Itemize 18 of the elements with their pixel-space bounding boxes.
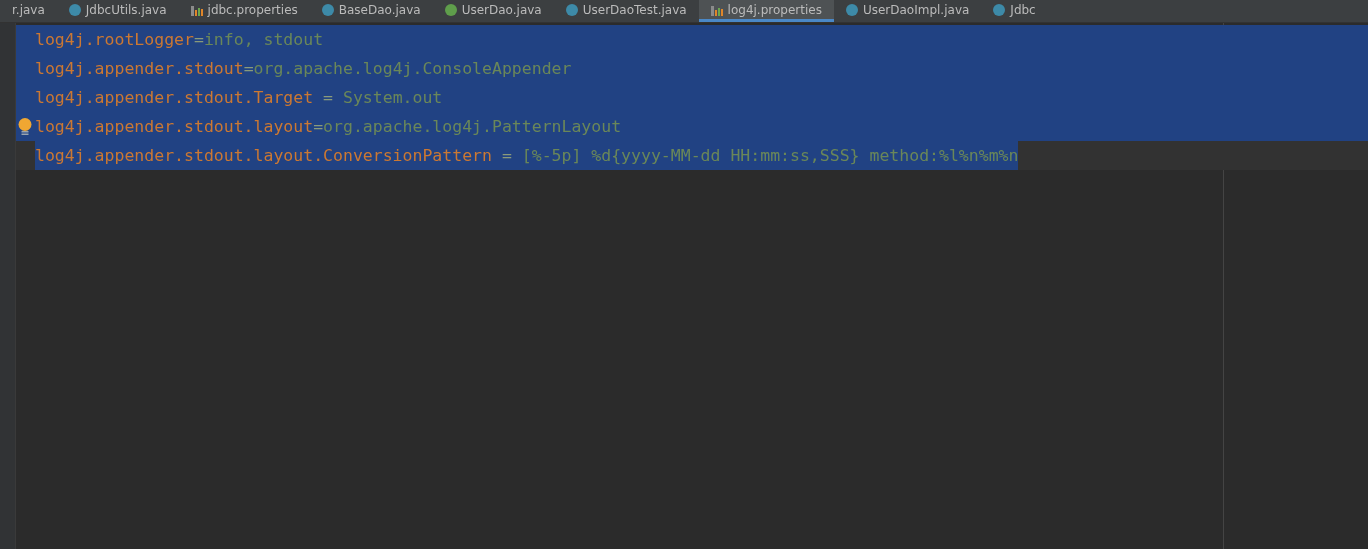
lightbulb-icon[interactable] — [18, 118, 32, 136]
editor-tab[interactable]: r.java — [0, 0, 57, 22]
editor-tab[interactable]: JdbcUtils.java — [56, 0, 179, 22]
circle-icon — [444, 3, 457, 16]
editor-tab[interactable]: log4j.properties — [698, 0, 834, 22]
circle-icon — [68, 3, 81, 16]
editor-tab[interactable]: UserDao.java — [432, 0, 554, 22]
circle-icon — [993, 3, 1006, 16]
editor-tab[interactable]: Jdbc — [981, 0, 1048, 22]
circle-icon — [565, 3, 578, 16]
editor-tab[interactable]: UserDaoImpl.java — [833, 0, 982, 22]
editor-tab[interactable]: UserDaoTest.java — [553, 0, 699, 22]
bar-chart-icon — [710, 3, 723, 16]
editor-tab[interactable]: jdbc.properties — [178, 0, 310, 22]
circle-icon — [845, 3, 858, 16]
editor-tab[interactable]: BaseDao.java — [309, 0, 433, 22]
circle-icon — [321, 3, 334, 16]
bar-chart-icon — [190, 3, 203, 16]
